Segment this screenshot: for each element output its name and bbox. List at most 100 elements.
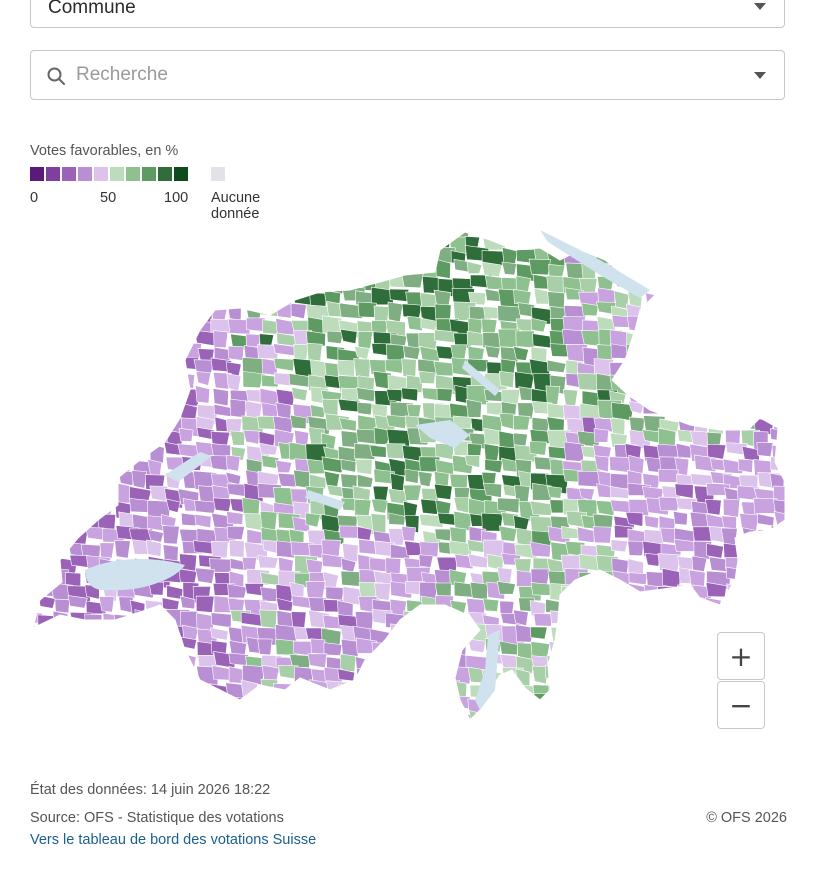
- commune-area[interactable]: [227, 290, 247, 308]
- commune-area[interactable]: [18, 316, 37, 334]
- commune-area[interactable]: [132, 263, 155, 283]
- commune-area[interactable]: [160, 261, 179, 277]
- commune-area[interactable]: [356, 667, 375, 684]
- commune-area[interactable]: [21, 652, 41, 669]
- commune-area[interactable]: [100, 346, 118, 362]
- commune-area[interactable]: [791, 376, 812, 391]
- commune-area[interactable]: [545, 385, 561, 406]
- commune-area[interactable]: [338, 708, 360, 724]
- commune-area[interactable]: [706, 543, 724, 559]
- commune-area[interactable]: [739, 554, 757, 572]
- commune-area[interactable]: [357, 301, 377, 318]
- commune-area[interactable]: [82, 457, 98, 473]
- commune-area[interactable]: [787, 657, 801, 677]
- commune-area[interactable]: [421, 683, 439, 704]
- commune-area[interactable]: [657, 232, 675, 247]
- commune-area[interactable]: [657, 553, 681, 573]
- commune-area[interactable]: [738, 248, 757, 264]
- commune-area[interactable]: [353, 358, 371, 378]
- commune-area[interactable]: [627, 375, 652, 396]
- commune-area[interactable]: [643, 248, 668, 264]
- commune-area[interactable]: [709, 278, 733, 297]
- commune-area[interactable]: [753, 386, 770, 401]
- commune-area[interactable]: [645, 696, 663, 715]
- commune-area[interactable]: [323, 236, 348, 251]
- commune-area[interactable]: [37, 539, 59, 555]
- commune-area[interactable]: [50, 624, 73, 642]
- commune-area[interactable]: [726, 346, 746, 367]
- commune-area[interactable]: [613, 596, 637, 617]
- commune-area[interactable]: [162, 245, 184, 264]
- commune-area[interactable]: [547, 220, 572, 234]
- commune-area[interactable]: [480, 710, 502, 727]
- commune-area[interactable]: [129, 358, 154, 375]
- commune-area[interactable]: [560, 585, 581, 603]
- commune-area[interactable]: [197, 249, 221, 264]
- commune-area[interactable]: [325, 694, 341, 710]
- commune-area[interactable]: [738, 289, 759, 311]
- commune-area[interactable]: [241, 261, 263, 278]
- search-select[interactable]: Recherche: [30, 50, 785, 100]
- commune-area[interactable]: [18, 693, 38, 711]
- commune-area[interactable]: [756, 245, 776, 260]
- commune-area[interactable]: [611, 221, 630, 234]
- commune-area[interactable]: [562, 598, 578, 617]
- commune-area[interactable]: [19, 582, 36, 598]
- commune-area[interactable]: [497, 220, 517, 237]
- commune-area[interactable]: [787, 498, 802, 513]
- commune-area[interactable]: [82, 222, 102, 237]
- commune-area[interactable]: [420, 652, 441, 673]
- commune-area[interactable]: [625, 709, 647, 723]
- commune-area[interactable]: [33, 571, 57, 589]
- commune-area[interactable]: [258, 288, 283, 303]
- commune-area[interactable]: [786, 443, 803, 463]
- commune-area[interactable]: [689, 319, 710, 336]
- commune-area[interactable]: [370, 683, 387, 702]
- commune-area[interactable]: [692, 623, 714, 641]
- commune-area[interactable]: [770, 525, 789, 545]
- commune-area[interactable]: [709, 385, 732, 400]
- commune-area[interactable]: [115, 220, 133, 234]
- commune-area[interactable]: [561, 220, 580, 239]
- commune-area[interactable]: [101, 694, 119, 713]
- commune-area[interactable]: [178, 427, 194, 442]
- commune-area[interactable]: [597, 584, 621, 599]
- commune-area[interactable]: [772, 666, 794, 686]
- commune-area[interactable]: [772, 712, 789, 730]
- commune-area[interactable]: [132, 442, 149, 457]
- commune-area[interactable]: [209, 277, 231, 296]
- commune-area[interactable]: [144, 343, 169, 361]
- commune-area[interactable]: [98, 292, 123, 307]
- commune-area[interactable]: [757, 513, 775, 527]
- commune-area[interactable]: [548, 706, 570, 720]
- commune-area[interactable]: [576, 637, 594, 658]
- commune-area[interactable]: [754, 569, 772, 589]
- commune-area[interactable]: [725, 566, 741, 581]
- commune-area[interactable]: [324, 220, 347, 234]
- commune-area[interactable]: [69, 427, 87, 445]
- commune-area[interactable]: [288, 711, 312, 727]
- commune-area[interactable]: [501, 232, 517, 246]
- commune-area[interactable]: [132, 711, 149, 727]
- commune-area[interactable]: [516, 709, 535, 728]
- commune-area[interactable]: [371, 655, 393, 676]
- commune-area[interactable]: [116, 333, 133, 347]
- commune-area[interactable]: [501, 708, 520, 723]
- commune-area[interactable]: [290, 682, 310, 699]
- commune-area[interactable]: [38, 594, 56, 609]
- commune-area[interactable]: [144, 261, 165, 275]
- commune-area[interactable]: [773, 315, 793, 332]
- commune-area[interactable]: [53, 640, 70, 654]
- commune-area[interactable]: [54, 276, 74, 296]
- commune-area[interactable]: [517, 220, 541, 233]
- commune-area[interactable]: [118, 469, 134, 487]
- commune-area[interactable]: [692, 695, 708, 712]
- commune-area[interactable]: [178, 693, 196, 713]
- commune-area[interactable]: [466, 260, 483, 274]
- commune-area[interactable]: [164, 275, 187, 293]
- commune-area[interactable]: [161, 513, 177, 528]
- commune-area[interactable]: [611, 706, 635, 725]
- commune-area[interactable]: [787, 553, 801, 571]
- commune-area[interactable]: [402, 625, 426, 639]
- commune-area[interactable]: [678, 386, 697, 400]
